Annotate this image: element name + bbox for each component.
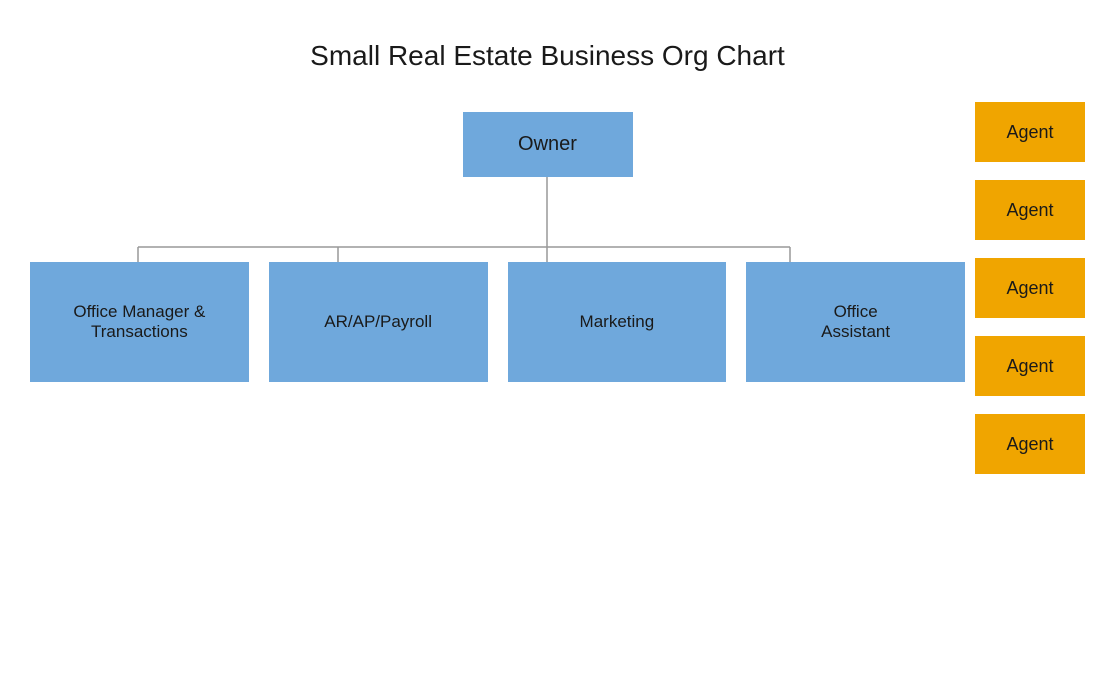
- agent-box-1: Agent: [975, 102, 1085, 162]
- connector-lines: [0, 102, 1095, 688]
- child-box-marketing: Marketing: [508, 262, 727, 382]
- agent-box-5: Agent: [975, 414, 1085, 474]
- chart-title: Small Real Estate Business Org Chart: [0, 0, 1095, 102]
- child-box-office-manager: Office Manager &Transactions: [30, 262, 249, 382]
- child-box-office-assistant: OfficeAssistant: [746, 262, 965, 382]
- agent-box-4: Agent: [975, 336, 1085, 396]
- children-row: Office Manager &Transactions AR/AP/Payro…: [30, 262, 965, 382]
- child-box-arap: AR/AP/Payroll: [269, 262, 488, 382]
- agent-box-2: Agent: [975, 180, 1085, 240]
- owner-box: Owner: [463, 112, 633, 177]
- chart-area: Owner Office Manager &Transactions AR/AP…: [0, 102, 1095, 688]
- agent-box-3: Agent: [975, 258, 1085, 318]
- agents-column: Agent Agent Agent Agent Agent: [975, 102, 1085, 474]
